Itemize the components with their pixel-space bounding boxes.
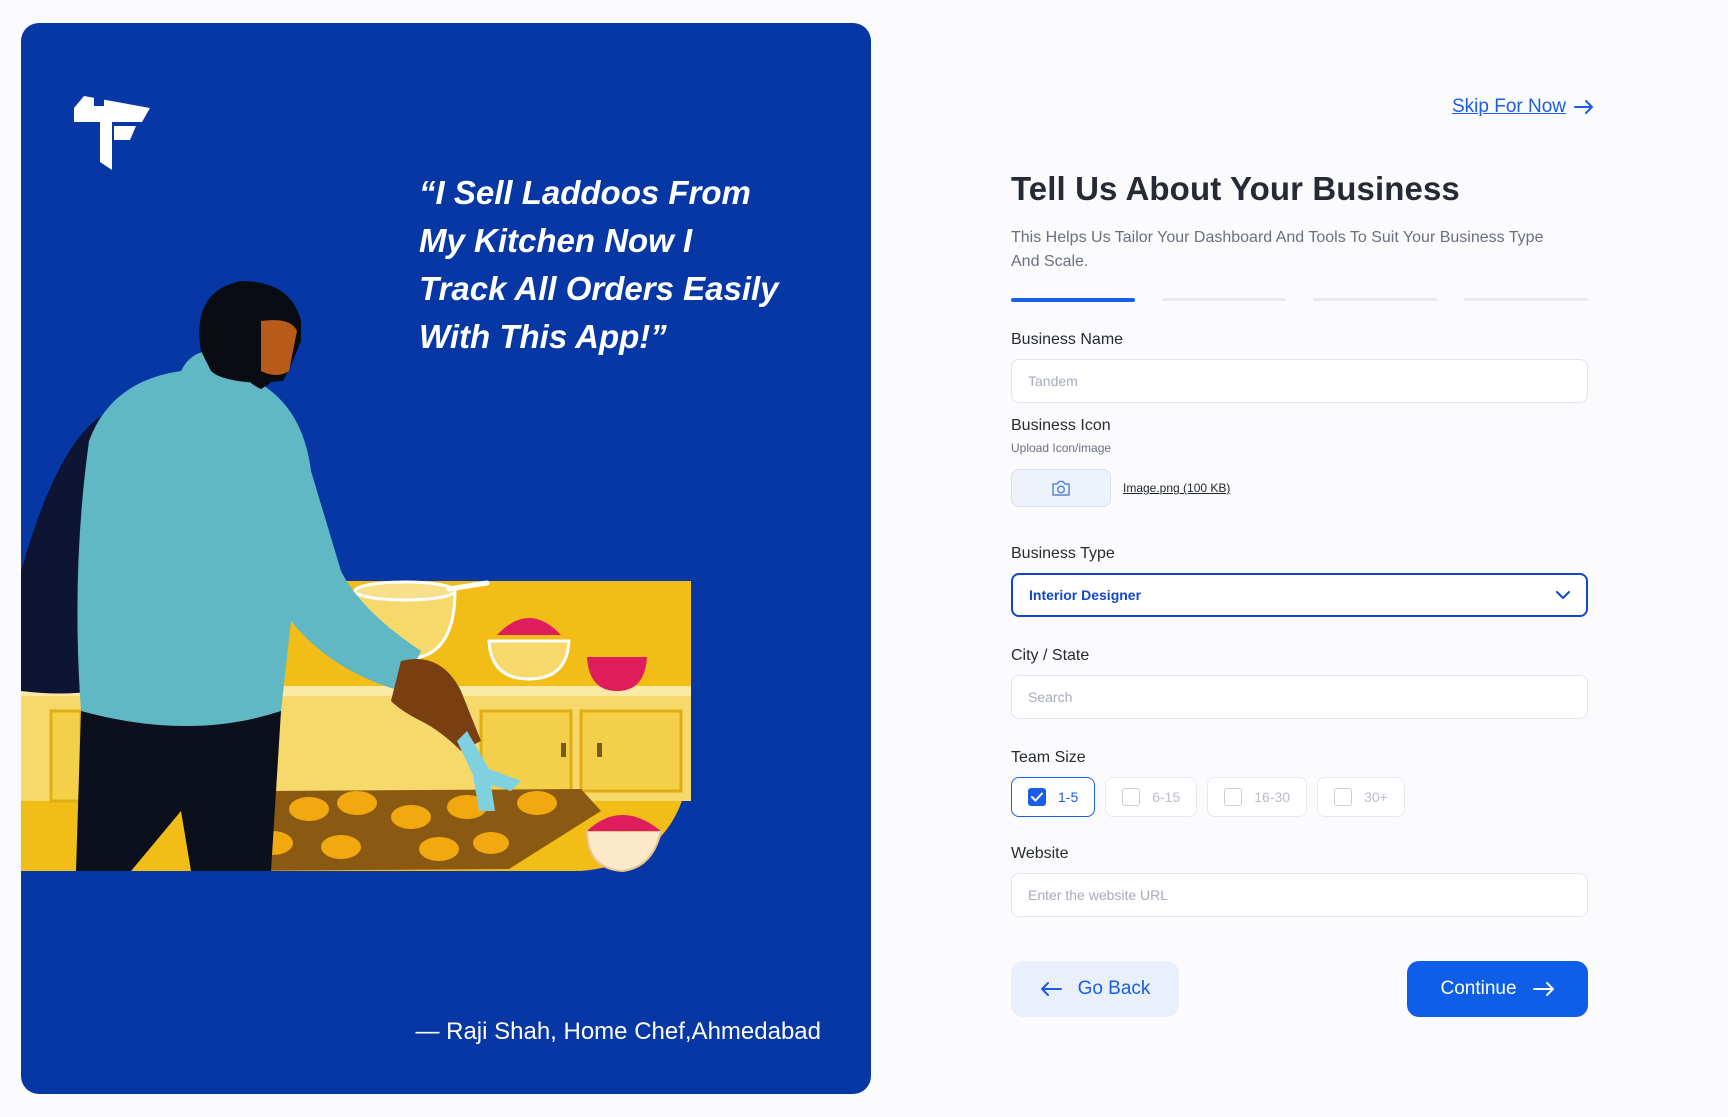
kitchen-chef-illustration: [21, 281, 691, 873]
continue-label: Continue: [1440, 978, 1517, 999]
upload-row: Image.png (100 KB): [1011, 469, 1588, 507]
business-name-label: Business Name: [1011, 331, 1124, 348]
team-size-option-label: 6-15: [1152, 789, 1181, 805]
brand-logo-icon: [74, 96, 150, 170]
team-size-option-label: 16-30: [1254, 789, 1291, 805]
city-state-group: City / State Search: [1011, 647, 1588, 719]
business-type-value: Interior Designer: [1029, 587, 1142, 603]
business-name-group: Business Name Tandem: [1011, 331, 1588, 403]
team-size-options: 1-5 6-15 16-30 30+: [1011, 777, 1588, 817]
chevron-down-icon: [1556, 590, 1570, 599]
team-size-option-30-plus[interactable]: 30+: [1317, 777, 1405, 817]
website-label: Website: [1011, 845, 1069, 862]
page-title: Tell Us About Your Business: [1011, 170, 1460, 207]
testimonial-panel: “I Sell Laddoos From My Kitchen Now I Tr…: [21, 23, 871, 1094]
quote-line: My Kitchen Now I: [419, 222, 693, 259]
business-type-group: Business Type Interior Designer: [1011, 545, 1588, 617]
skip-label: Skip For Now: [1452, 96, 1567, 117]
step-indicator-4: [1464, 298, 1588, 301]
business-type-label: Business Type: [1011, 545, 1115, 562]
team-size-group: Team Size 1-5 6-15 16-30 30+: [1011, 749, 1588, 817]
team-size-label: Team Size: [1011, 749, 1086, 766]
go-back-button[interactable]: Go Back: [1011, 961, 1179, 1017]
upload-icon-button[interactable]: [1011, 469, 1111, 507]
checkbox-icon: [1224, 788, 1243, 806]
arrow-right-icon: [1574, 100, 1594, 114]
camera-icon: [1052, 480, 1070, 496]
team-size-option-6-15[interactable]: 6-15: [1105, 777, 1198, 817]
arrow-right-icon: [1532, 982, 1554, 996]
checkbox-icon: [1122, 788, 1141, 806]
website-input[interactable]: Enter the website URL: [1011, 873, 1588, 917]
business-form: Tell Us About Your Business This Helps U…: [1011, 170, 1588, 917]
business-icon-label: Business Icon: [1011, 417, 1111, 434]
continue-button[interactable]: Continue: [1407, 961, 1588, 1017]
team-size-option-label: 30+: [1364, 789, 1388, 805]
business-icon-group: Business Icon Upload Icon/image Image.pn…: [1011, 417, 1588, 507]
quote-line: “I Sell Laddoos From: [419, 174, 751, 211]
business-type-select[interactable]: Interior Designer: [1011, 573, 1588, 617]
checkbox-icon: [1334, 788, 1353, 806]
business-icon-sublabel: Upload Icon/image: [1011, 441, 1112, 455]
step-indicator-3: [1313, 298, 1437, 301]
business-name-input[interactable]: Tandem: [1011, 359, 1588, 403]
progress-steps: [1011, 298, 1588, 302]
step-indicator-1: [1011, 298, 1135, 302]
uploaded-file-name[interactable]: Image.png (100 KB): [1123, 481, 1230, 495]
page-subtitle: This Helps Us Tailor Your Dashboard And …: [1011, 229, 1544, 270]
website-group: Website Enter the website URL: [1011, 845, 1588, 917]
city-state-input[interactable]: Search: [1011, 675, 1588, 719]
testimonial-attribution: — Raji Shah, Home Chef,Ahmedabad: [415, 1018, 821, 1045]
city-state-label: City / State: [1011, 647, 1090, 664]
skip-for-now-link[interactable]: Skip For Now: [1452, 96, 1594, 118]
arrow-left-icon: [1040, 982, 1062, 996]
checkbox-checked-icon: [1028, 788, 1046, 806]
team-size-option-label: 1-5: [1058, 789, 1079, 805]
form-actions: Go Back Continue: [1011, 961, 1588, 1017]
go-back-label: Go Back: [1077, 978, 1151, 999]
team-size-option-16-30[interactable]: 16-30: [1207, 777, 1308, 817]
step-indicator-2: [1162, 298, 1286, 301]
team-size-option-1-5[interactable]: 1-5: [1011, 777, 1096, 817]
